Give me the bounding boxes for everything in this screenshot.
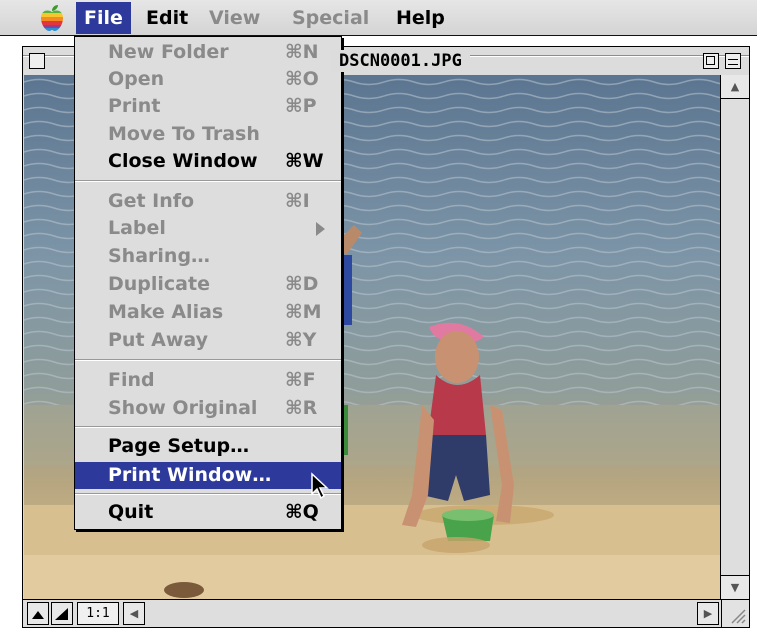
menu-item-quit[interactable]: Quit ⌘Q <box>75 499 341 526</box>
close-box[interactable] <box>29 53 45 69</box>
triangle-left-icon: ◀ <box>129 607 139 620</box>
scroll-left-arrow[interactable]: ◀ <box>123 602 145 625</box>
menu-item-shortcut: ⌘N <box>285 41 319 63</box>
menu-item-label: New Folder <box>108 41 229 63</box>
scroll-right-arrow[interactable]: ▶ <box>697 602 719 625</box>
menu-item-move-to-trash[interactable]: Move To Trash <box>75 121 341 148</box>
menu-item-label: Label <box>108 217 166 239</box>
menu-item-label: Page Setup… <box>108 435 250 457</box>
menu-item-shortcut: ⌘P <box>285 95 317 117</box>
menu-item-label-submenu[interactable]: Label <box>75 215 341 242</box>
menu-item-shortcut: ⌘O <box>285 68 319 90</box>
menu-item-close-window[interactable]: Close Window ⌘W <box>75 148 341 175</box>
menu-separator <box>75 180 341 182</box>
mountain-large-icon <box>55 607 68 620</box>
menu-item-open[interactable]: Open ⌘O <box>75 66 341 93</box>
menu-file[interactable]: File <box>76 2 131 34</box>
menu-item-shortcut: ⌘M <box>285 301 322 323</box>
apple-logo-icon <box>41 5 63 31</box>
menu-view[interactable]: View <box>201 2 268 34</box>
vertical-scrollbar[interactable]: ▲ ▼ <box>720 75 749 599</box>
menu-item-label: Open <box>108 68 165 90</box>
menu-item-print[interactable]: Print ⌘P <box>75 93 341 120</box>
menu-item-put-away[interactable]: Put Away ⌘Y <box>75 327 341 354</box>
zoom-box[interactable] <box>703 53 719 69</box>
menu-item-label: Show Original <box>108 397 258 419</box>
menu-item-shortcut: ⌘Y <box>285 329 317 351</box>
horizontal-scrollbar[interactable]: 1:1 ◀ ▶ <box>23 599 749 627</box>
menu-item-shortcut: ⌘W <box>285 150 324 172</box>
menu-special[interactable]: Special <box>284 2 377 34</box>
file-menu-dropdown: New Folder ⌘N Open ⌘O Print ⌘P Move To T… <box>74 36 342 530</box>
menu-item-label: Move To Trash <box>108 123 260 145</box>
menu-item-label: Sharing… <box>108 245 211 267</box>
menu-item-find[interactable]: Find ⌘F <box>75 367 341 394</box>
triangle-right-icon: ▶ <box>703 607 713 620</box>
scroll-down-arrow[interactable]: ▼ <box>721 575 749 599</box>
menu-item-label: Quit <box>108 501 154 523</box>
menu-item-label: Get Info <box>108 190 195 212</box>
apple-menu[interactable] <box>30 2 74 34</box>
windowshade-box[interactable] <box>725 53 741 69</box>
mountain-small-icon <box>32 610 44 619</box>
menu-item-page-setup[interactable]: Page Setup… <box>75 433 341 460</box>
menu-item-shortcut: ⌘I <box>285 190 310 212</box>
menu-item-label: Close Window <box>108 150 258 172</box>
menu-item-shortcut: ⌘D <box>285 273 319 295</box>
window-title: DSCN0001.JPG <box>331 50 470 72</box>
menu-item-make-alias[interactable]: Make Alias ⌘M <box>75 299 341 326</box>
menu-item-label: Find <box>108 369 155 391</box>
menu-help[interactable]: Help <box>388 2 453 34</box>
menu-item-get-info[interactable]: Get Info ⌘I <box>75 188 341 215</box>
resize-grip[interactable] <box>721 599 749 627</box>
zoom-level: 1:1 <box>77 602 119 625</box>
menu-item-label: Duplicate <box>108 273 210 295</box>
menu-separator <box>75 359 341 361</box>
menu-item-label: Print Window… <box>108 464 272 486</box>
triangle-down-icon: ▼ <box>730 581 740 594</box>
menu-item-show-original[interactable]: Show Original ⌘R <box>75 395 341 422</box>
submenu-arrow-icon <box>316 222 325 236</box>
menu-item-label: Make Alias <box>108 301 224 323</box>
menu-item-print-window[interactable]: Print Window… <box>75 462 341 489</box>
menu-bar: File Edit View Special Help <box>0 0 757 36</box>
menu-edit[interactable]: Edit <box>138 2 196 34</box>
zoom-in-button[interactable] <box>51 602 73 625</box>
menu-item-sharing[interactable]: Sharing… <box>75 243 341 270</box>
scroll-up-arrow[interactable]: ▲ <box>721 75 749 99</box>
menu-item-new-folder[interactable]: New Folder ⌘N <box>75 39 341 66</box>
menu-item-duplicate[interactable]: Duplicate ⌘D <box>75 271 341 298</box>
menu-item-shortcut: ⌘Q <box>285 501 319 523</box>
menu-item-label: Print <box>108 95 161 117</box>
menu-separator <box>75 493 341 495</box>
zoom-out-button[interactable] <box>27 602 49 625</box>
menu-item-shortcut: ⌘R <box>285 397 318 419</box>
menu-separator <box>75 426 341 428</box>
arrow-cursor-icon <box>311 472 329 500</box>
triangle-up-icon: ▲ <box>730 80 740 93</box>
menu-item-shortcut: ⌘F <box>285 369 316 391</box>
resize-grip-icon <box>731 609 746 624</box>
menu-item-label: Put Away <box>108 329 209 351</box>
